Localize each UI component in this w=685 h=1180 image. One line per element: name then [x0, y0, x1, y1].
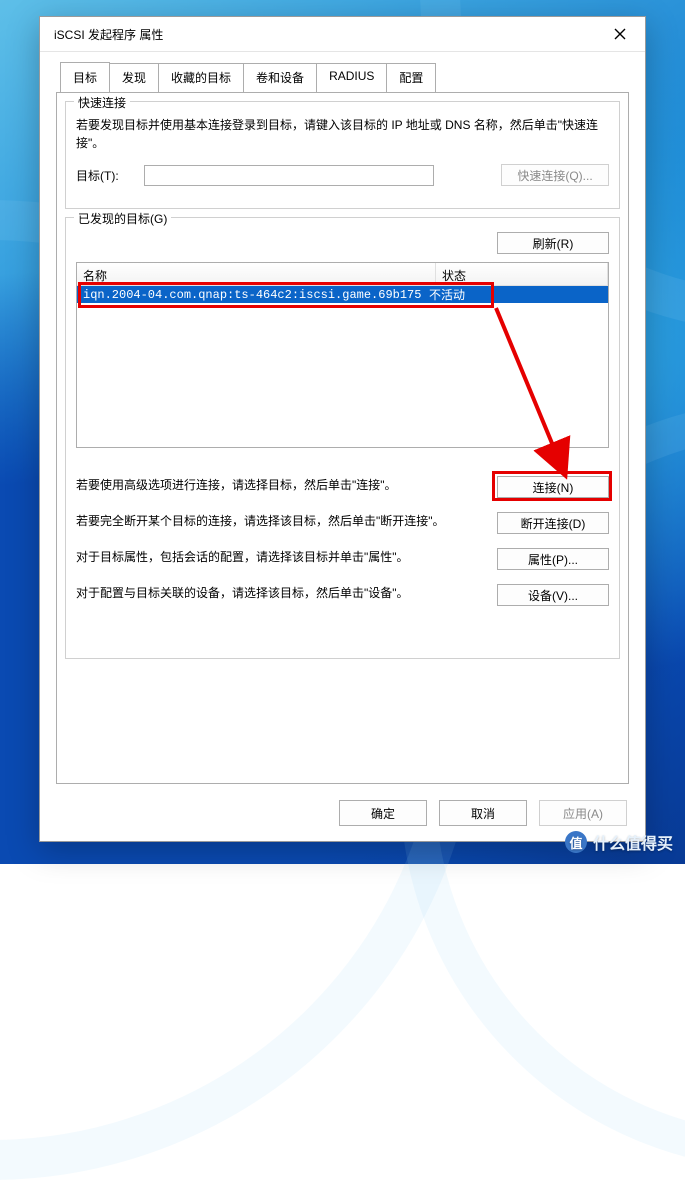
footer-buttons: 确定 取消 应用(A) — [339, 800, 627, 826]
tab-strip: 目标 发现 收藏的目标 卷和设备 RADIUS 配置 — [56, 62, 629, 92]
group-discovered-targets: 已发现的目标(G) 刷新(R) 名称 状态 iqn.2004-04.com.qn… — [65, 217, 620, 659]
tab-configuration[interactable]: 配置 — [386, 63, 436, 93]
watermark-logo-icon: 值 — [565, 831, 587, 853]
close-icon — [614, 28, 626, 40]
tab-volumes-devices[interactable]: 卷和设备 — [243, 63, 317, 93]
cell-status: 不活动 — [423, 285, 608, 304]
watermark: 值 什么值得买 — [565, 830, 673, 854]
refresh-button[interactable]: 刷新(R) — [497, 232, 609, 254]
discovered-targets-list[interactable]: 名称 状态 iqn.2004-04.com.qnap:ts-464c2:iscs… — [76, 262, 609, 448]
tab-label: 配置 — [399, 71, 423, 85]
cancel-button[interactable]: 取消 — [439, 800, 527, 826]
disconnect-button[interactable]: 断开连接(D) — [497, 512, 609, 534]
list-header[interactable]: 名称 状态 — [77, 263, 608, 286]
titlebar[interactable]: iSCSI 发起程序 属性 — [40, 17, 645, 52]
window-title: iSCSI 发起程序 属性 — [54, 26, 163, 43]
devices-button[interactable]: 设备(V)... — [497, 584, 609, 606]
properties-hint: 对于目标属性，包括会话的配置，请选择该目标并单击"属性"。 — [76, 548, 483, 566]
connect-hint: 若要使用高级选项进行连接，请选择目标，然后单击"连接"。 — [76, 476, 483, 494]
close-button[interactable] — [597, 19, 643, 49]
column-name[interactable]: 名称 — [77, 263, 436, 285]
iscsi-initiator-properties-dialog: iSCSI 发起程序 属性 目标 发现 收藏的目标 卷和设备 RADIUS 配置… — [39, 16, 646, 842]
tab-label: 发现 — [122, 71, 146, 85]
ok-button[interactable]: 确定 — [339, 800, 427, 826]
target-input[interactable] — [144, 165, 434, 186]
properties-button[interactable]: 属性(P)... — [497, 548, 609, 570]
group-legend: 快速连接 — [74, 94, 130, 111]
quick-connect-button[interactable]: 快速连接(Q)... — [501, 164, 609, 186]
group-quick-connect: 快速连接 若要发现目标并使用基本连接登录到目标，请键入该目标的 IP 地址或 D… — [65, 101, 620, 209]
tab-favorites[interactable]: 收藏的目标 — [158, 63, 244, 93]
tab-page-targets: 快速连接 若要发现目标并使用基本连接登录到目标，请键入该目标的 IP 地址或 D… — [56, 92, 629, 784]
tab-targets[interactable]: 目标 — [60, 62, 110, 92]
devices-hint: 对于配置与目标关联的设备，请选择该目标，然后单击"设备"。 — [76, 584, 483, 602]
column-status[interactable]: 状态 — [436, 263, 608, 285]
disconnect-hint: 若要完全断开某个目标的连接，请选择该目标，然后单击"断开连接"。 — [76, 512, 483, 530]
tab-label: 卷和设备 — [256, 71, 304, 85]
tab-discovery[interactable]: 发现 — [109, 63, 159, 93]
cell-name: iqn.2004-04.com.qnap:ts-464c2:iscsi.game… — [77, 287, 423, 303]
apply-button[interactable]: 应用(A) — [539, 800, 627, 826]
tab-label: 收藏的目标 — [171, 71, 231, 85]
quick-connect-description: 若要发现目标并使用基本连接登录到目标，请键入该目标的 IP 地址或 DNS 名称… — [76, 116, 609, 152]
target-label: 目标(T): — [76, 167, 138, 184]
connect-button[interactable]: 连接(N) — [497, 476, 609, 498]
tab-radius[interactable]: RADIUS — [316, 63, 387, 93]
tab-label: RADIUS — [329, 69, 374, 83]
group-legend: 已发现的目标(G) — [74, 210, 171, 227]
tab-label: 目标 — [73, 71, 97, 85]
watermark-text: 什么值得买 — [593, 830, 673, 854]
list-row[interactable]: iqn.2004-04.com.qnap:ts-464c2:iscsi.game… — [77, 286, 608, 303]
